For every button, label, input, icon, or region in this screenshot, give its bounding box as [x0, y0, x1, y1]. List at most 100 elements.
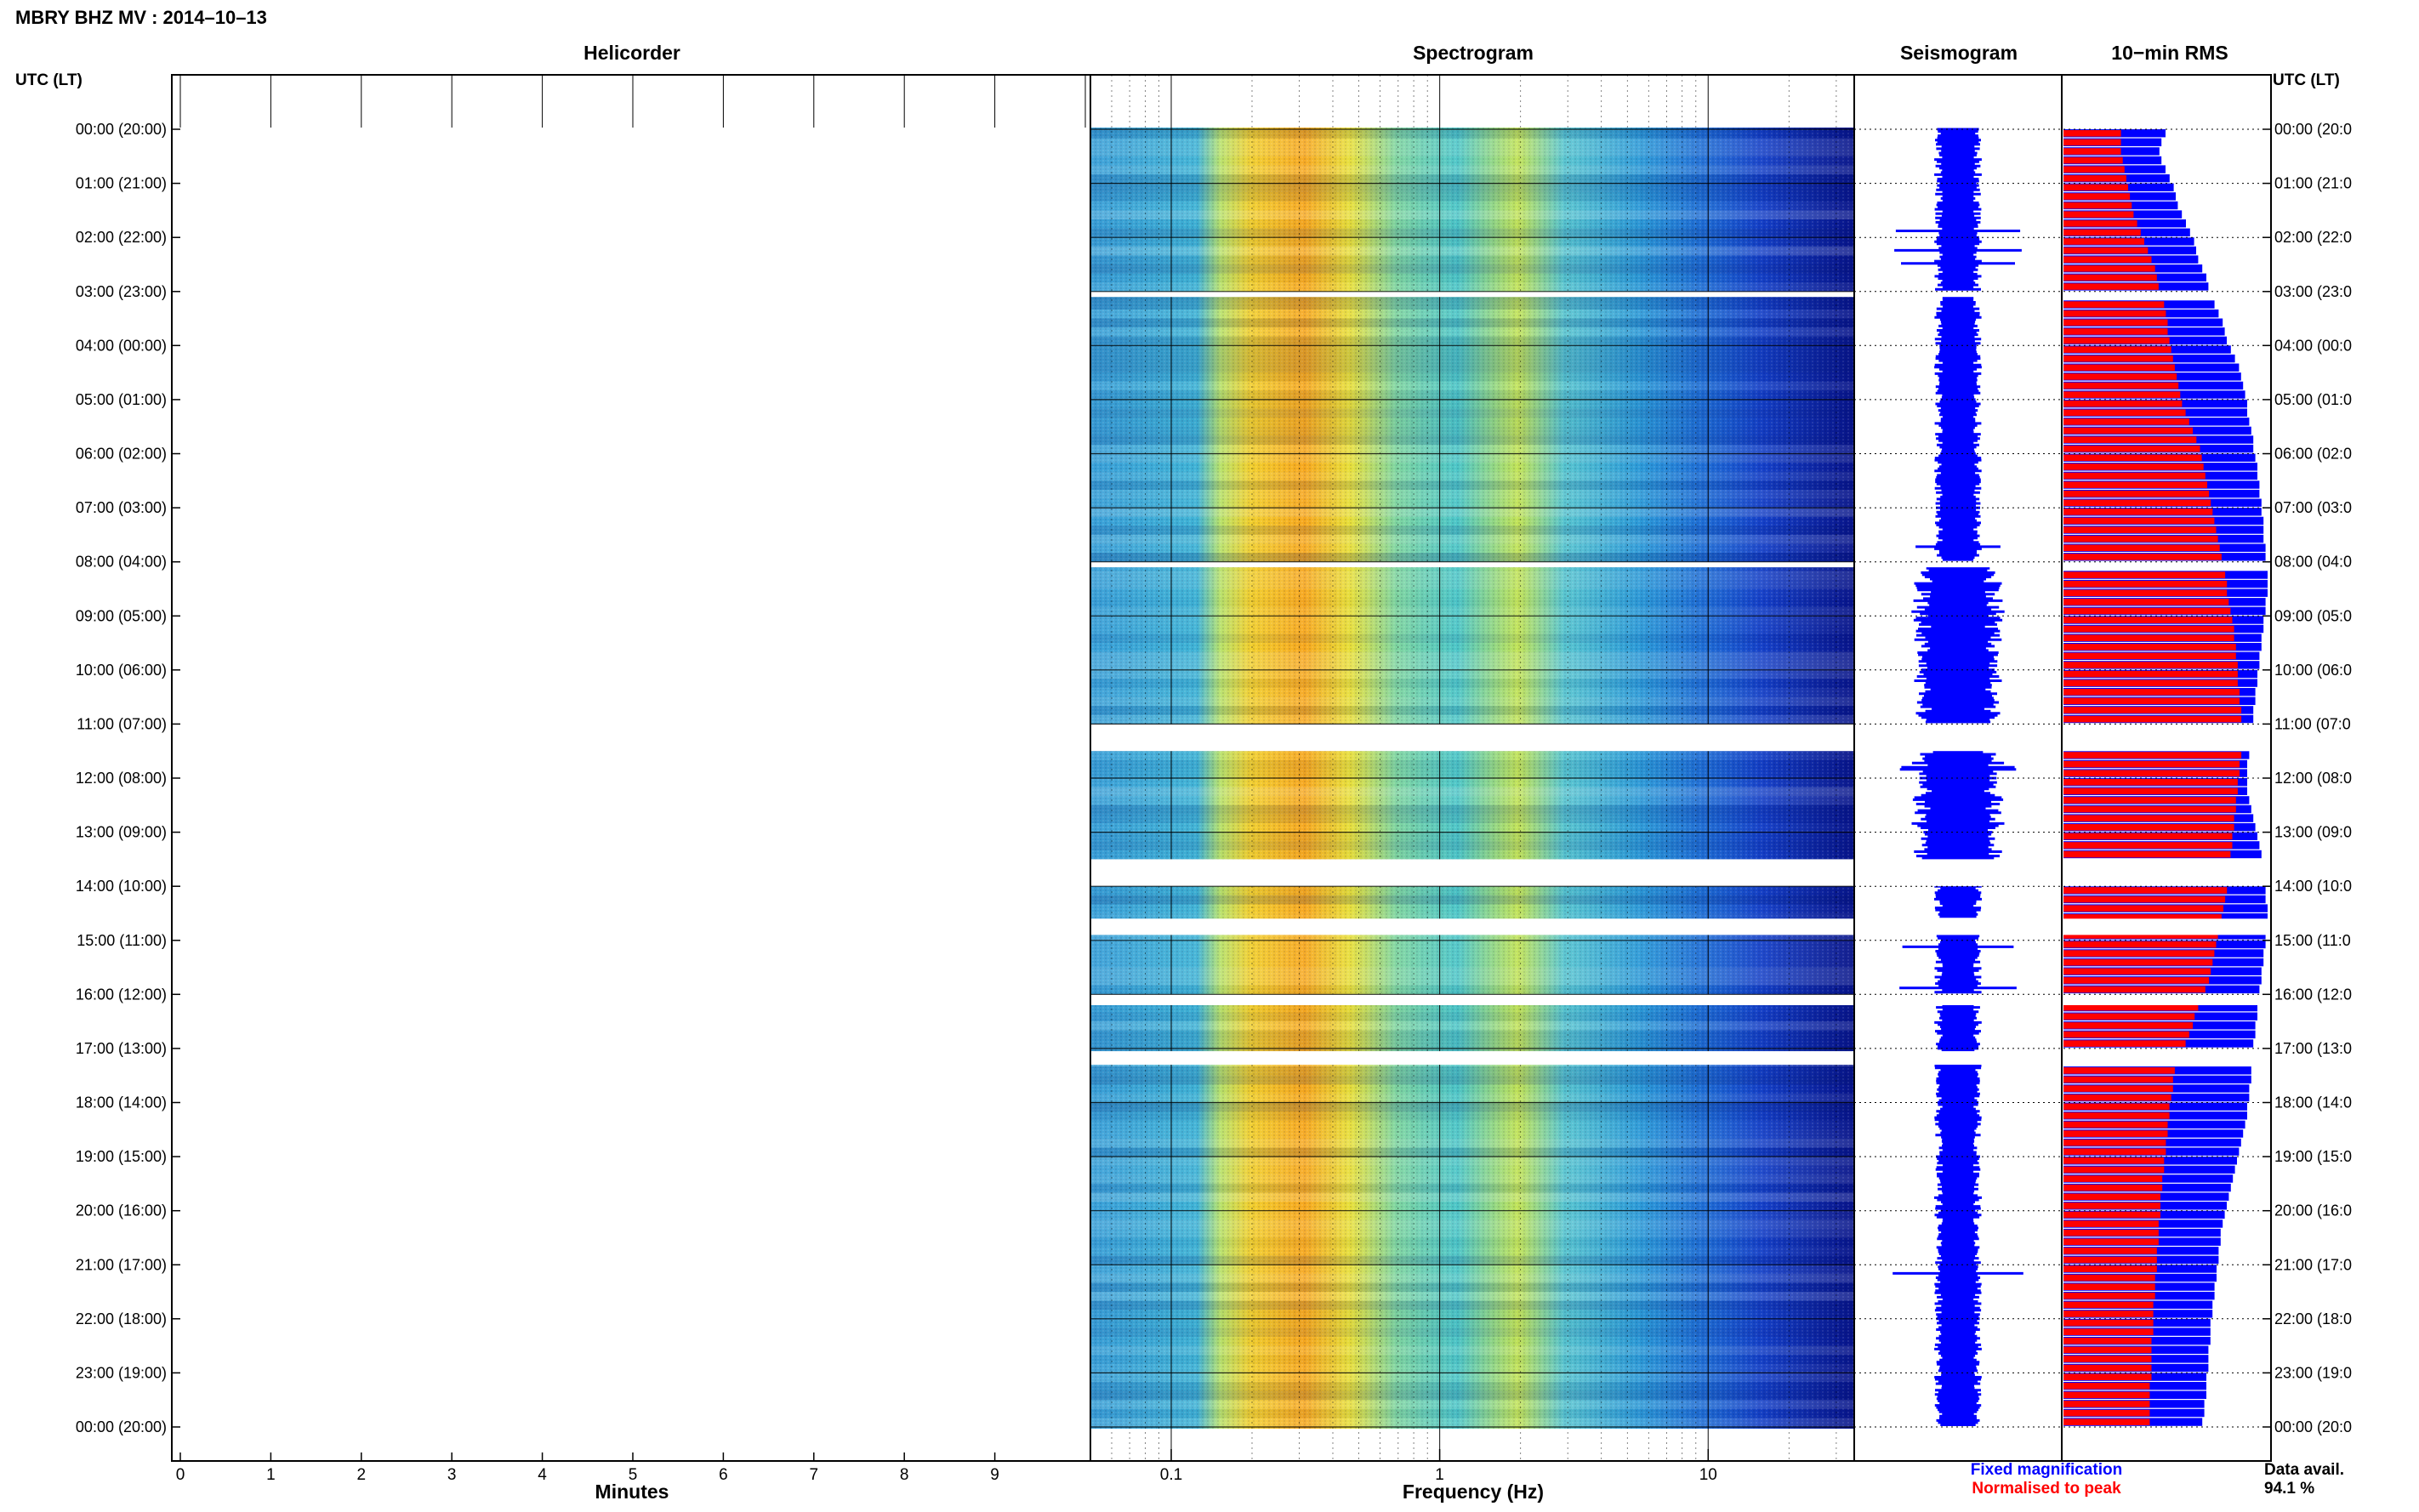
figure-title: MBRY BHZ MV : 2014–10–13: [15, 7, 267, 28]
helicorder-title: Helicorder: [583, 42, 680, 64]
rms-bar-normalised: [2063, 463, 2204, 470]
rms-bar-normalised: [2063, 409, 2186, 417]
spectrogram-row: [1090, 1228, 1854, 1238]
rms-bar-normalised: [2063, 1338, 2152, 1344]
rms-bar-normalised: [2063, 1103, 2170, 1111]
spectrogram-row: [1090, 1355, 1854, 1364]
spectrogram-row: [1090, 1147, 1854, 1157]
rms-bar-normalised: [2063, 229, 2141, 236]
rms-bar-normalised: [2063, 130, 2121, 137]
frequency-tick-label: 0.1: [1160, 1466, 1182, 1484]
time-tick-label-right: 22:00 (18:0: [2274, 1310, 2352, 1327]
rms-bar-normalised: [2063, 1383, 2150, 1390]
rms-bar-normalised: [2063, 1238, 2159, 1246]
rms-bar-normalised: [2063, 1031, 2189, 1038]
spectrogram-row: [1090, 390, 1854, 400]
rms-bar-normalised: [2063, 1319, 2154, 1327]
time-tick-label-right: 09:00 (05:0: [2274, 607, 2352, 624]
rms-bar-normalised: [2063, 580, 2228, 588]
rms-bar-normalised: [2063, 1346, 2152, 1354]
spectrogram-row: [1090, 804, 1854, 815]
spectrogram-row: [1090, 1273, 1854, 1283]
time-tick-label-right: 18:00 (14:0: [2274, 1094, 2352, 1111]
spectrogram-row: [1090, 435, 1854, 445]
rms-bar-normalised: [2063, 391, 2181, 398]
rms-bar-normalised: [2063, 220, 2137, 227]
time-tick-label-right: 16:00 (12:0: [2274, 986, 2352, 1003]
rms-bar-normalised: [2063, 689, 2240, 696]
data-gap: [1090, 994, 2269, 1005]
rms-bar-normalised: [2063, 977, 2210, 984]
rms-bar-normalised: [2063, 1220, 2159, 1227]
spectrogram-panel: [1090, 75, 1854, 1461]
rms-bar-normalised: [2063, 842, 2233, 849]
spectrogram-row: [1090, 598, 1854, 607]
spectrogram-row: [1090, 1373, 1854, 1382]
spectrogram-row: [1090, 219, 1854, 229]
spectrogram-row: [1090, 634, 1854, 643]
rms-bar-normalised: [2063, 850, 2231, 858]
spectrogram-row: [1090, 1400, 1854, 1409]
rms-bar-normalised: [2063, 1265, 2157, 1272]
spectrogram-row: [1090, 688, 1854, 697]
rms-bar-normalised: [2063, 1148, 2166, 1156]
rms-bar-normalised: [2063, 436, 2197, 443]
rms-bar-normalised: [2063, 319, 2168, 327]
spectrogram-row: [1090, 1382, 1854, 1391]
rms-bar-normalised: [2063, 1121, 2168, 1128]
time-tick-label-left: 13:00 (09:00): [76, 824, 167, 841]
spectrogram-row: [1090, 606, 1854, 617]
spectrogram-row: [1090, 751, 1854, 760]
time-tick-label-right: 20:00 (16:0: [2274, 1202, 2352, 1219]
spectrogram-row: [1090, 1093, 1854, 1103]
spectrogram-row: [1090, 895, 1854, 905]
spectrogram-row: [1090, 1282, 1854, 1292]
rms-bar-normalised: [2063, 472, 2206, 480]
spectrogram-row: [1090, 327, 1854, 337]
spectrogram-row: [1090, 129, 1854, 139]
rms-bar-normalised: [2063, 1175, 2163, 1182]
spectrogram-row: [1090, 1237, 1854, 1248]
time-axis-label-left: UTC (LT): [15, 71, 83, 89]
rms-bar-normalised: [2063, 697, 2240, 705]
rms-bar-normalised: [2063, 941, 2217, 948]
legend-normalised-to-peak: Normalised to peak: [1972, 1480, 2121, 1498]
helicorder-traces: [449, 134, 1085, 1425]
rms-bar-normalised: [2063, 617, 2233, 623]
spectrogram-row: [1090, 706, 1854, 715]
spectrogram-row: [1090, 823, 1854, 833]
spectrogram-row: [1090, 616, 1854, 625]
rms-bar-normalised: [2063, 499, 2211, 507]
time-tick-label-left: 07:00 (03:00): [76, 499, 167, 516]
spectrogram-row: [1090, 651, 1854, 662]
spectrogram-row: [1090, 1183, 1854, 1193]
rms-bar-normalised: [2063, 156, 2123, 164]
rms-bar-normalised: [2063, 1067, 2175, 1074]
spectrogram-row: [1090, 1192, 1854, 1202]
rms-bar-normalised: [2063, 887, 2228, 894]
spectrogram-row: [1090, 1121, 1854, 1130]
time-tick-label-right: 10:00 (06:0: [2274, 662, 2352, 679]
rms-bar-normalised: [2063, 815, 2234, 821]
data-gap: [1090, 724, 2269, 752]
rms-bar-normalised: [2063, 1085, 2173, 1092]
data-availability-value: 94.1 %: [2264, 1480, 2314, 1498]
rms-bars: [2063, 129, 2268, 1426]
time-tick-label-right: 01:00 (21:0: [2274, 175, 2352, 192]
time-tick-label-right: 00:00 (20:0: [2274, 1418, 2352, 1435]
spectrogram-row: [1090, 237, 1854, 247]
time-axis-label-right: UTC (LT): [2273, 71, 2340, 89]
spectrogram-row: [1090, 498, 1854, 509]
rms-bar-normalised: [2063, 986, 2206, 993]
spectrogram-row: [1090, 579, 1854, 589]
rms-bar-normalised: [2063, 1112, 2170, 1119]
time-tick-label-left: 00:00 (20:00): [76, 121, 167, 138]
spectrogram-row: [1090, 553, 1854, 562]
spectrogram-row: [1090, 1111, 1854, 1121]
spectrogram-row: [1090, 426, 1854, 436]
rms-bar-normalised: [2063, 1274, 2155, 1282]
rms-bar-normalised: [2063, 1193, 2160, 1201]
rms-bar-normalised: [2063, 752, 2242, 759]
spectrogram-row: [1090, 1075, 1854, 1085]
spectrogram-xlabel: Frequency (Hz): [1403, 1481, 1544, 1503]
